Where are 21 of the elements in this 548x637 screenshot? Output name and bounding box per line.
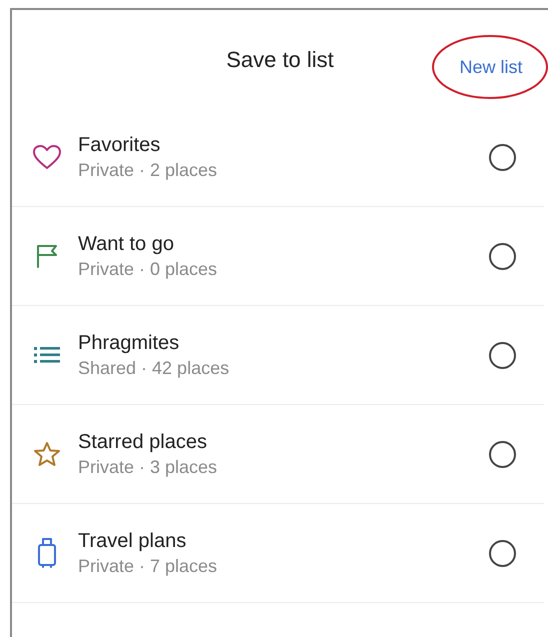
radio-button[interactable]: [489, 242, 516, 270]
list-name: Want to go: [78, 232, 175, 257]
list-details: Private · 2 places: [78, 159, 218, 182]
radio-button[interactable]: [489, 144, 516, 170]
list-row[interactable]: Want to go Private · 0 places: [12, 207, 544, 306]
list-name: Phragmites: [78, 331, 180, 356]
list-name: Favorites: [78, 133, 162, 158]
radio-button[interactable]: [489, 440, 516, 468]
list-details: Private · 7 places: [78, 555, 218, 578]
radio-button[interactable]: [489, 540, 516, 566]
list-row[interactable]: Starred places Private · 3 places: [12, 405, 544, 504]
list-details: Private · 3 places: [78, 456, 218, 479]
list-row[interactable]: Phragmites Shared · 42 places: [12, 306, 544, 405]
list-details: Shared · 42 places: [78, 357, 230, 380]
list-details: Private · 0 places: [78, 258, 218, 281]
list-name: Starred places: [78, 430, 208, 455]
list-row[interactable]: Favorites Private · 2 places: [12, 108, 544, 207]
list-name: Travel plans: [78, 529, 188, 554]
radio-button[interactable]: [489, 342, 516, 368]
dialog-title: Save to list: [226, 46, 334, 74]
list-row[interactable]: Travel plans Private · 7 places: [12, 504, 544, 603]
